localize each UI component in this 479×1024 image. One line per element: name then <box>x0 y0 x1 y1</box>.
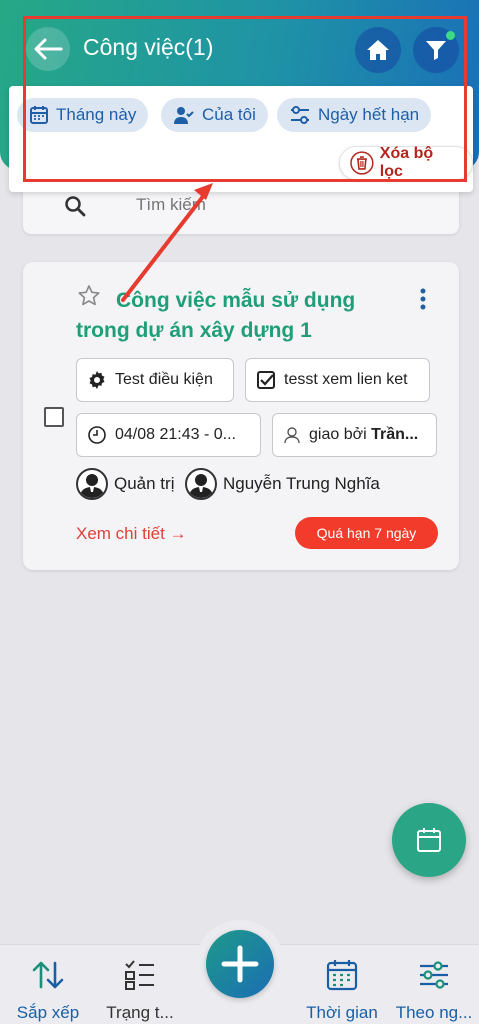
filter-chip-label: Của tôi <box>202 105 256 124</box>
nav-label: Trạng t... <box>106 1003 174 1022</box>
checkbox-icon <box>257 371 275 389</box>
task-assigned-by: giao bởi Trần... <box>272 413 437 457</box>
filter-chip-this-month[interactable]: Tháng này <box>17 98 149 132</box>
calendar-fab-button[interactable] <box>392 803 466 877</box>
sort-icon <box>32 961 64 989</box>
filter-chip-mine[interactable]: Của tôi <box>161 98 268 132</box>
nav-label: Sắp xếp <box>16 1003 80 1022</box>
task-tag-label: tesst xem lien ket <box>284 371 408 388</box>
user-check-icon <box>174 107 194 124</box>
calendar-grid-icon <box>326 960 358 991</box>
assigned-prefix: giao bởi <box>309 426 372 443</box>
task-checkbox[interactable] <box>44 407 64 427</box>
gear-icon <box>89 371 105 389</box>
back-button[interactable] <box>26 27 70 71</box>
clock-icon <box>88 426 106 444</box>
filter-chip-due-date[interactable]: Ngày hết hạn <box>277 98 432 132</box>
checklist-icon <box>125 960 154 990</box>
plus-icon <box>221 945 259 983</box>
arrow-left-icon <box>34 38 63 60</box>
page-title: Công việc(1) <box>83 34 214 60</box>
more-vertical-icon[interactable] <box>416 287 430 311</box>
nav-time[interactable]: Thời gian <box>294 955 390 1023</box>
sliders-icon <box>420 961 448 989</box>
search-icon <box>65 196 86 217</box>
sliders-icon <box>291 106 309 124</box>
nav-by-person[interactable]: Theo ng... <box>386 955 479 1023</box>
user-icon <box>284 427 300 444</box>
nav-status[interactable]: Trạng t... <box>92 955 188 1023</box>
nav-label: Theo ng... <box>395 1003 473 1022</box>
status-badge: Quá hạn 7 ngày <box>295 517 438 549</box>
nav-sort[interactable]: Sắp xếp <box>0 955 96 1023</box>
clear-filter-label: Xóa bộ lọc <box>379 145 434 180</box>
nav-label: Thời gian <box>306 1003 378 1022</box>
avatar <box>185 468 217 500</box>
home-icon <box>367 40 389 60</box>
user-avatar-icon <box>80 474 104 498</box>
user-avatar-icon <box>189 474 213 498</box>
filter-panel: Tháng này Của tôi Ngày hết hạn Xóa bộ lọ… <box>9 86 473 192</box>
task-tag[interactable]: tesst xem lien ket <box>245 358 430 402</box>
calendar-icon <box>417 828 441 852</box>
home-button[interactable] <box>355 27 401 73</box>
trash-icon <box>350 151 374 175</box>
avatar <box>76 468 108 500</box>
assignee-name: Quản trị <box>114 474 175 493</box>
filter-chip-label: Ngày hết hạn <box>318 105 420 124</box>
task-title[interactable]: Công việc mẫu sử dụng trong dự án xây dự… <box>76 286 406 346</box>
task-tag[interactable]: Test điều kiện <box>76 358 234 402</box>
task-time-label: 04/08 21:43 - 0... <box>115 426 236 443</box>
add-task-button[interactable] <box>206 930 274 998</box>
filter-active-dot <box>446 31 455 40</box>
view-detail-link[interactable]: Xem chi tiết → <box>76 524 187 544</box>
assignee-name: Nguyễn Trung Nghĩa <box>223 474 380 493</box>
filter-button[interactable] <box>413 27 459 73</box>
assigned-by-text: giao bởi Trần... <box>309 426 418 444</box>
filter-icon <box>426 41 446 60</box>
assignee: Nguyễn Trung Nghĩa <box>185 468 380 500</box>
task-card[interactable]: Công việc mẫu sử dụng trong dự án xây dự… <box>23 262 459 570</box>
assigned-by-name: Trần... <box>371 426 419 443</box>
clear-filter-button[interactable]: Xóa bộ lọc <box>339 145 473 180</box>
filter-chip-label: Tháng này <box>56 105 137 124</box>
calendar-icon <box>30 106 48 124</box>
assignee: Quản trị <box>76 468 174 500</box>
task-time: 04/08 21:43 - 0... <box>76 413 261 457</box>
task-tag-label: Test điều kiện <box>115 371 213 388</box>
